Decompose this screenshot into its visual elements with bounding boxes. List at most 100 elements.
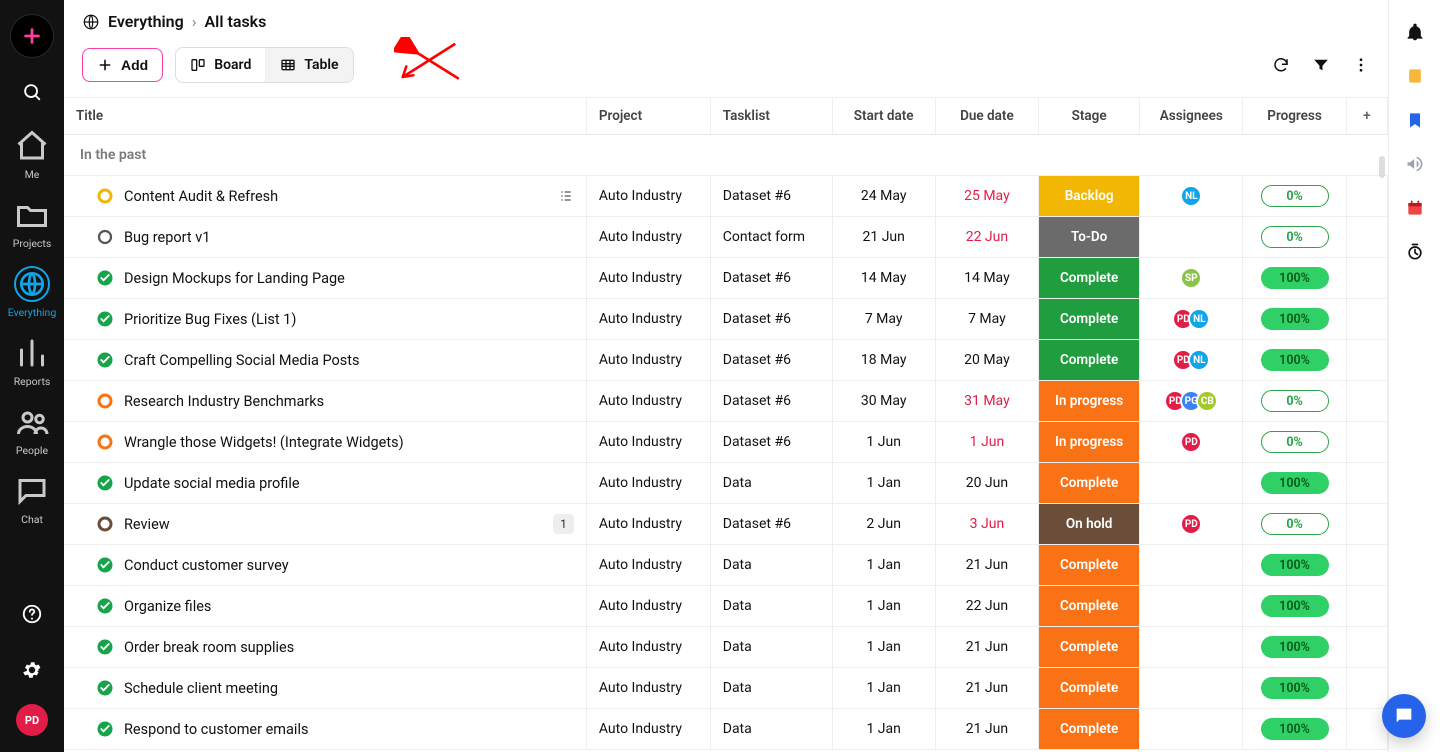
table-row[interactable]: Respond to customer emailsAuto IndustryD… <box>64 709 1388 750</box>
cell-tasklist[interactable]: Contact form <box>710 217 832 258</box>
cell-due[interactable]: 21 Jun <box>935 545 1038 586</box>
cell-tasklist[interactable]: Dataset #6 <box>710 340 832 381</box>
cell-project[interactable]: Auto Industry <box>586 381 710 422</box>
assignee-avatar[interactable]: NL <box>1188 308 1210 330</box>
cell-start[interactable]: 24 May <box>832 176 935 217</box>
cell-tasklist[interactable]: Dataset #6 <box>710 381 832 422</box>
cell-stage[interactable]: In progress <box>1039 422 1140 463</box>
crumb-root[interactable]: Everything <box>108 12 184 31</box>
cell-progress[interactable]: 100% <box>1243 299 1346 340</box>
cell-due[interactable]: 31 May <box>935 381 1038 422</box>
notifications-icon[interactable] <box>1405 22 1425 42</box>
cell-due[interactable]: 14 May <box>935 258 1038 299</box>
calendar-icon[interactable] <box>1405 198 1425 218</box>
cell-progress[interactable]: 0% <box>1243 176 1346 217</box>
cell-progress[interactable]: 100% <box>1243 709 1346 750</box>
cell-progress[interactable]: 100% <box>1243 258 1346 299</box>
bookmark-icon[interactable] <box>1405 110 1425 130</box>
cell-progress[interactable]: 0% <box>1243 504 1346 545</box>
cell-stage[interactable]: Complete <box>1039 545 1140 586</box>
sidebar-item-everything[interactable]: Everything <box>0 258 64 327</box>
cell-tasklist[interactable]: Dataset #6 <box>710 176 832 217</box>
cell-assignees[interactable]: SP <box>1140 258 1243 299</box>
cell-project[interactable]: Auto Industry <box>586 586 710 627</box>
settings-icon[interactable] <box>10 648 54 692</box>
cell-start[interactable]: 1 Jan <box>832 586 935 627</box>
table-row[interactable]: Wrangle those Widgets! (Integrate Widget… <box>64 422 1388 463</box>
cell-project[interactable]: Auto Industry <box>586 545 710 586</box>
cell-project[interactable]: Auto Industry <box>586 627 710 668</box>
sidebar-item-chat[interactable]: Chat <box>0 465 64 534</box>
cell-stage[interactable]: In progress <box>1039 381 1140 422</box>
cell-tasklist[interactable]: Data <box>710 586 832 627</box>
cell-assignees[interactable] <box>1140 217 1243 258</box>
cell-start[interactable]: 1 Jan <box>832 463 935 504</box>
cell-stage[interactable]: Complete <box>1039 258 1140 299</box>
cell-tasklist[interactable]: Data <box>710 709 832 750</box>
crumb-leaf[interactable]: All tasks <box>205 12 267 31</box>
create-button[interactable] <box>10 14 54 58</box>
view-board[interactable]: Board <box>176 48 266 82</box>
table-row[interactable]: Review1Auto IndustryDataset #62 Jun3 Jun… <box>64 504 1388 545</box>
cell-project[interactable]: Auto Industry <box>586 176 710 217</box>
cell-tasklist[interactable]: Data <box>710 463 832 504</box>
col-due[interactable]: Due date <box>935 98 1038 135</box>
more-icon[interactable] <box>1352 56 1370 74</box>
cell-project[interactable]: Auto Industry <box>586 422 710 463</box>
cell-tasklist[interactable]: Data <box>710 668 832 709</box>
cell-stage[interactable]: To-Do <box>1039 217 1140 258</box>
col-add[interactable]: + <box>1346 98 1387 135</box>
cell-assignees[interactable] <box>1140 709 1243 750</box>
assignee-avatar[interactable]: PD <box>1180 513 1202 535</box>
cell-due[interactable]: 7 May <box>935 299 1038 340</box>
cell-progress[interactable]: 100% <box>1243 668 1346 709</box>
table-row[interactable]: Conduct customer surveyAuto IndustryData… <box>64 545 1388 586</box>
cell-start[interactable]: 7 May <box>832 299 935 340</box>
col-tasklist[interactable]: Tasklist <box>710 98 832 135</box>
cell-stage[interactable]: Complete <box>1039 627 1140 668</box>
cell-project[interactable]: Auto Industry <box>586 299 710 340</box>
col-stage[interactable]: Stage <box>1039 98 1140 135</box>
cell-start[interactable]: 1 Jan <box>832 545 935 586</box>
sidebar-item-people[interactable]: People <box>0 396 64 465</box>
timer-icon[interactable] <box>1405 242 1425 262</box>
table-row[interactable]: Content Audit & RefreshAuto IndustryData… <box>64 176 1388 217</box>
cell-assignees[interactable] <box>1140 545 1243 586</box>
cell-stage[interactable]: Complete <box>1039 299 1140 340</box>
cell-progress[interactable]: 0% <box>1243 381 1346 422</box>
table-row[interactable]: Update social media profileAuto Industry… <box>64 463 1388 504</box>
cell-tasklist[interactable]: Data <box>710 627 832 668</box>
cell-project[interactable]: Auto Industry <box>586 463 710 504</box>
filter-icon[interactable] <box>1312 56 1330 74</box>
assignee-avatar[interactable]: NL <box>1188 349 1210 371</box>
cell-start[interactable]: 1 Jan <box>832 668 935 709</box>
assignee-avatar[interactable]: NL <box>1180 185 1202 207</box>
search-icon[interactable] <box>10 70 54 114</box>
cell-stage[interactable]: On hold <box>1039 504 1140 545</box>
assignee-avatar[interactable]: SP <box>1180 267 1202 289</box>
cell-assignees[interactable]: PDNL <box>1140 299 1243 340</box>
notes-icon[interactable] <box>1405 66 1425 86</box>
refresh-icon[interactable] <box>1272 56 1290 74</box>
cell-start[interactable]: 30 May <box>832 381 935 422</box>
cell-stage[interactable]: Complete <box>1039 668 1140 709</box>
help-icon[interactable] <box>10 592 54 636</box>
cell-due[interactable]: 22 Jun <box>935 217 1038 258</box>
cell-start[interactable]: 1 Jun <box>832 422 935 463</box>
col-assignees[interactable]: Assignees <box>1140 98 1243 135</box>
assignee-avatar[interactable]: PD <box>1180 431 1202 453</box>
cell-due[interactable]: 1 Jun <box>935 422 1038 463</box>
cell-assignees[interactable]: PDPGCB <box>1140 381 1243 422</box>
col-progress[interactable]: Progress <box>1243 98 1346 135</box>
assignee-avatar[interactable]: CB <box>1196 390 1218 412</box>
cell-start[interactable]: 21 Jun <box>832 217 935 258</box>
cell-stage[interactable]: Complete <box>1039 709 1140 750</box>
cell-start[interactable]: 18 May <box>832 340 935 381</box>
cell-due[interactable]: 21 Jun <box>935 709 1038 750</box>
cell-start[interactable]: 14 May <box>832 258 935 299</box>
cell-start[interactable]: 2 Jun <box>832 504 935 545</box>
cell-project[interactable]: Auto Industry <box>586 504 710 545</box>
cell-assignees[interactable] <box>1140 463 1243 504</box>
cell-assignees[interactable] <box>1140 668 1243 709</box>
scrollbar-thumb[interactable] <box>1379 156 1385 178</box>
